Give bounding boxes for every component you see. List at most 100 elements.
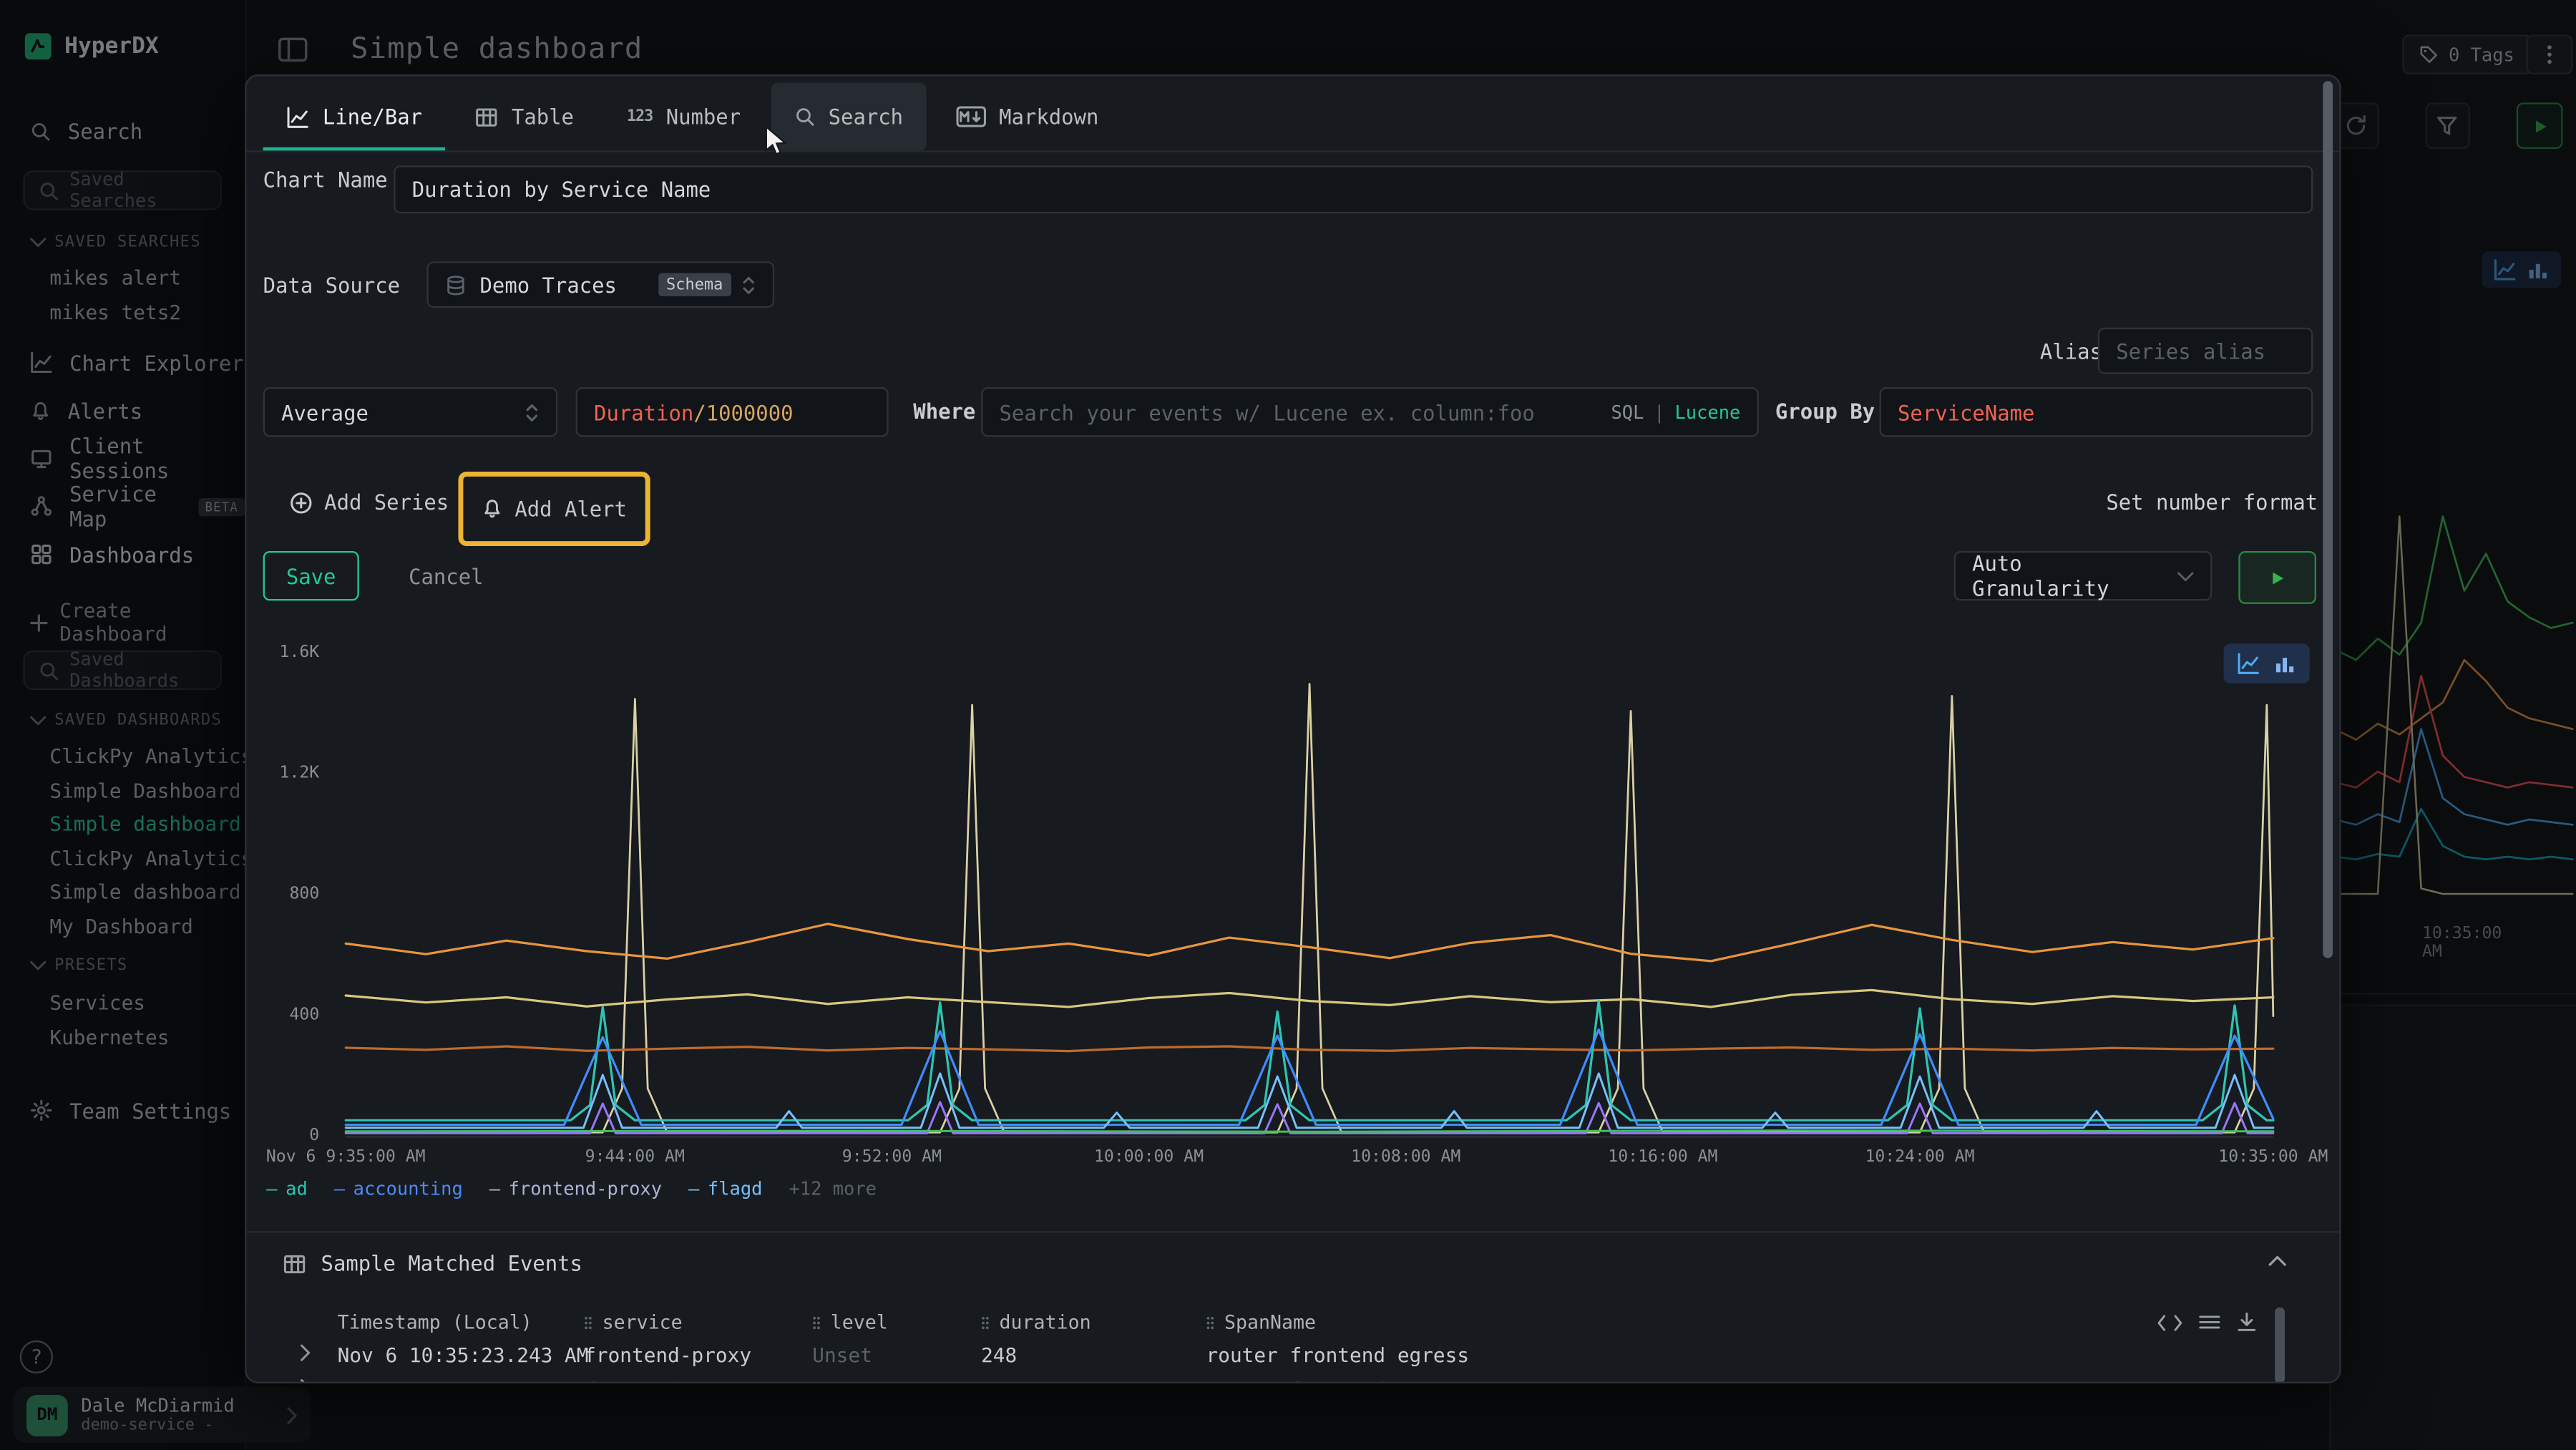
chart-editor-modal: Line/BarTable 123 Number Search Markdown Cha…	[245, 74, 2341, 1383]
legend-item[interactable]: —frontend-proxy	[489, 1178, 662, 1200]
grip-icon	[584, 1315, 592, 1330]
column-header-spanname[interactable]: SpanName	[1206, 1310, 1317, 1333]
cell-service: frontend-proxy	[584, 1378, 751, 1383]
x-axis-tick: Nov 6 9:35:00 AM	[266, 1149, 426, 1167]
legend-label: ad	[286, 1178, 308, 1200]
mouse-cursor	[764, 126, 787, 157]
editor-tabs: Line/BarTable 123 Number Search Markdown	[263, 83, 2240, 151]
play-icon	[2268, 568, 2286, 586]
app: Simple dashboard 0 Tags 10:35:00 AM	[0, 0, 2576, 1449]
add-alert-button[interactable]: Add Alert	[472, 495, 637, 522]
legend-dash: —	[688, 1178, 699, 1200]
cell-service: frontend-proxy	[584, 1343, 751, 1366]
aggregation-select[interactable]: Average	[263, 387, 558, 437]
database-icon	[445, 274, 467, 296]
chart-name-input[interactable]: Duration by Service Name	[394, 165, 2313, 213]
tab-label: Markdown	[999, 104, 1098, 130]
modal-scrollbar[interactable]	[2323, 81, 2333, 958]
divider	[247, 1231, 2340, 1232]
duration-chart	[328, 643, 2296, 1140]
expand-row-icon[interactable]	[299, 1343, 311, 1361]
expand-row-icon[interactable]	[299, 1378, 311, 1383]
y-axis-tick: 800	[253, 885, 319, 905]
series-frontend-proxy	[346, 684, 2273, 1133]
x-axis-tick: 10:08:00 AM	[1351, 1149, 1460, 1167]
download-icon[interactable]	[2237, 1313, 2257, 1333]
number-icon: 123	[627, 107, 653, 125]
cancel-button[interactable]: Cancel	[399, 551, 493, 600]
column-label: duration	[1000, 1310, 1091, 1333]
divider	[247, 150, 2340, 152]
table-row[interactable]: Nov 6 10:35:23.243 AMfrontend-proxy Unset…	[247, 1378, 2340, 1383]
data-source-select[interactable]: Demo Traces Schema	[427, 261, 775, 308]
tab-line-bar[interactable]: Line/Bar	[263, 83, 446, 151]
table-icon	[283, 1252, 306, 1275]
cell-duration: 248	[981, 1343, 1017, 1366]
tab-search[interactable]: Search	[771, 83, 927, 151]
group-by-input[interactable]: ServiceName	[1880, 387, 2313, 437]
legend-dash: —	[334, 1178, 345, 1200]
x-axis-tick: 9:52:00 AM	[842, 1149, 942, 1167]
series-unlabeled-2	[346, 990, 2273, 1007]
set-number-format-button[interactable]: Set number format	[2096, 488, 2328, 516]
tab-number[interactable]: 123 Number	[604, 83, 764, 151]
events-table-tools	[2157, 1313, 2257, 1333]
grip-icon	[1206, 1315, 1215, 1330]
add-alert-highlight: Add Alert	[458, 472, 650, 546]
sample-events-header[interactable]: Sample Matched Events	[283, 1251, 582, 1276]
series-unlabeled-5	[346, 1131, 2273, 1132]
cell-level: Unset	[812, 1378, 872, 1383]
select-chevrons-icon	[741, 274, 756, 296]
column-label: service	[602, 1310, 683, 1333]
add-series-button[interactable]: Add Series	[280, 488, 459, 516]
plus-circle-icon	[290, 491, 313, 514]
tab-table[interactable]: Table	[452, 83, 597, 151]
tab-label: Search	[829, 104, 903, 130]
alias-input[interactable]: Series alias	[2098, 328, 2313, 374]
where-label: Where	[913, 399, 975, 424]
cell-span_name: router frontend egress	[1206, 1378, 1470, 1383]
x-axis-tick: 10:00:00 AM	[1094, 1149, 1204, 1167]
tab-markdown[interactable]: Markdown	[933, 83, 1122, 151]
legend-item[interactable]: +12 more	[789, 1178, 877, 1200]
search-icon	[794, 106, 815, 127]
x-axis-tick: 10:16:00 AM	[1608, 1149, 1717, 1167]
column-header-level[interactable]: level	[812, 1310, 887, 1333]
where-input[interactable]: Search your events w/ Lucene ex. column:…	[981, 387, 1759, 437]
y-axis-tick: 1.2K	[253, 764, 319, 784]
chart-name-label: Chart Name	[263, 167, 388, 193]
collapse-icon[interactable]	[2268, 1255, 2286, 1267]
legend-label: accounting	[353, 1178, 463, 1200]
run-chart-button[interactable]	[2238, 551, 2316, 604]
legend-label: flagd	[708, 1178, 763, 1200]
cell-level: Unset	[812, 1343, 872, 1366]
save-button[interactable]: Save	[263, 551, 359, 600]
column-header-duration[interactable]: duration	[981, 1310, 1091, 1333]
column-header-service[interactable]: service	[584, 1310, 683, 1333]
query-language-toggle[interactable]: SQL | Lucene	[1611, 402, 1740, 423]
line-chart-icon	[286, 105, 309, 128]
cell-timestamp: Nov 6 10:35:23.243 AM	[338, 1343, 589, 1366]
legend-item[interactable]: —ad	[266, 1178, 308, 1200]
sql-toggle[interactable]: SQL	[1611, 402, 1644, 423]
column-label: level	[831, 1310, 888, 1333]
rows-icon[interactable]	[2199, 1313, 2220, 1333]
column-header-timestamp-local[interactable]: Timestamp (Local)	[338, 1310, 532, 1333]
legend-label: frontend-proxy	[509, 1178, 662, 1200]
table-scrollbar[interactable]	[2275, 1308, 2285, 1383]
y-axis-tick: 1.6K	[253, 643, 319, 663]
table-row[interactable]: Nov 6 10:35:23.243 AMfrontend-proxy Unset…	[247, 1343, 2340, 1373]
cell-timestamp: Nov 6 10:35:23.243 AM	[338, 1378, 589, 1383]
code-icon[interactable]	[2157, 1313, 2182, 1333]
data-source-label: Data Source	[263, 273, 400, 298]
tab-label: Number	[666, 104, 741, 130]
schema-badge[interactable]: Schema	[658, 273, 731, 296]
lucene-toggle[interactable]: Lucene	[1674, 402, 1740, 423]
legend-item[interactable]: — flagd	[688, 1178, 762, 1200]
chevron-down-icon	[2177, 570, 2194, 582]
granularity-select[interactable]: Auto Granularity	[1954, 551, 2212, 600]
table-icon	[475, 105, 498, 128]
grip-icon	[981, 1315, 990, 1330]
field-input[interactable]: Duration/1000000	[576, 387, 889, 437]
legend-item[interactable]: — accounting	[334, 1178, 463, 1200]
